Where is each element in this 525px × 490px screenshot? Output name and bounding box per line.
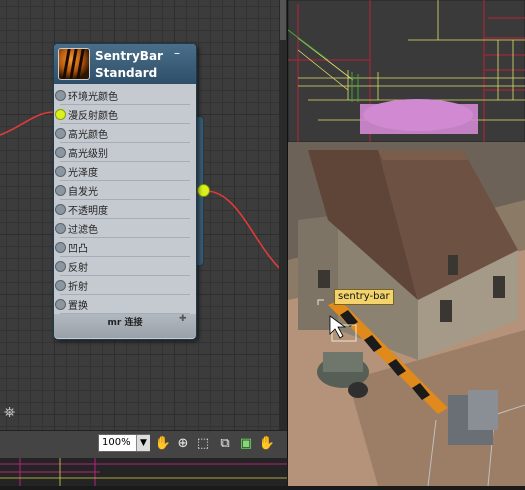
slot-socket-icon[interactable]: [55, 280, 66, 291]
node-output-socket[interactable]: [197, 184, 210, 197]
node-slot-refraction[interactable]: 折射: [55, 276, 190, 295]
slot-label: 光泽度: [68, 168, 98, 179]
expand-icon[interactable]: ✚: [179, 314, 187, 324]
slot-socket-icon[interactable]: [55, 90, 66, 101]
slot-socket-icon[interactable]: [55, 223, 66, 234]
zoom-value: 100%: [102, 437, 131, 448]
node-footer-label: mr 连接: [107, 318, 143, 328]
slot-socket-icon[interactable]: [55, 185, 66, 196]
node-slot-displacement[interactable]: 置换: [55, 295, 190, 314]
slot-label: 高光颜色: [68, 130, 108, 141]
node-slot-specular-level[interactable]: 高光级别: [55, 143, 190, 162]
slot-label: 置换: [68, 301, 88, 312]
chevron-down-icon[interactable]: ▼: [136, 435, 150, 451]
node-slot-diffuse-color[interactable]: 漫反射颜色: [55, 105, 190, 124]
slot-label: 折射: [68, 282, 88, 293]
pan-hand-icon[interactable]: ✋: [154, 435, 172, 453]
slot-label: 反射: [68, 263, 88, 274]
slot-socket-icon[interactable]: [55, 147, 66, 158]
lower-wireframe: [0, 458, 287, 486]
frame-all-icon[interactable]: ▣: [237, 435, 255, 453]
slot-label: 凹凸: [68, 244, 88, 255]
binoculars-icon[interactable]: ⛯: [4, 405, 15, 421]
node-slot-ambient-color[interactable]: 环境光颜色: [55, 86, 190, 105]
node-slot-reflection[interactable]: 反射: [55, 257, 190, 276]
node-slot-glossiness[interactable]: 光泽度: [55, 162, 190, 181]
slot-socket-icon[interactable]: [55, 299, 66, 310]
slot-socket-icon[interactable]: [55, 261, 66, 272]
slot-label: 漫反射颜色: [68, 111, 118, 122]
node-title-name: SentryBar: [95, 49, 163, 63]
slot-socket-icon[interactable]: [55, 204, 66, 215]
node-header[interactable]: SentryBar Standard –: [54, 44, 196, 84]
collapse-icon[interactable]: –: [174, 46, 180, 60]
pan-view-icon[interactable]: ✋: [258, 435, 276, 453]
viewport-scene[interactable]: [288, 0, 525, 486]
node-slot-bump[interactable]: 凹凸: [55, 238, 190, 257]
slot-label: 过滤色: [68, 225, 98, 236]
object-name-tooltip: sentry-bar: [334, 289, 394, 305]
frame-selected-icon[interactable]: ⧉: [216, 435, 234, 453]
node-slot-opacity[interactable]: 不透明度: [55, 200, 190, 219]
zoom-dropdown[interactable]: 100% ▼: [98, 434, 150, 452]
node-slot-specular-color[interactable]: 高光颜色: [55, 124, 190, 143]
slate-scrollbar[interactable]: [279, 0, 287, 430]
slot-socket-icon[interactable]: [55, 109, 66, 120]
zoom-region-icon[interactable]: ⬚: [194, 435, 212, 453]
node-footer-mr-connection[interactable]: mr 连接 ✚: [54, 314, 196, 338]
slot-label: 自发光: [68, 187, 98, 198]
slate-material-editor-view[interactable]: SentryBar Standard – 环境光颜色 漫反射颜色 高光颜色 高光…: [0, 0, 288, 459]
slate-navigation-toolbar: ⛯ 100% ▼ ✋ ⊕ ⬚ ⧉ ▣ ✋: [0, 405, 287, 459]
zoom-icon[interactable]: ⊕: [174, 435, 192, 453]
lower-viewport-strip[interactable]: [0, 458, 287, 486]
slot-label: 环境光颜色: [68, 92, 118, 103]
slot-socket-icon[interactable]: [55, 242, 66, 253]
node-title-type: Standard: [95, 66, 158, 80]
slot-label: 不透明度: [68, 206, 108, 217]
material-node-sentrybar[interactable]: SentryBar Standard – 环境光颜色 漫反射颜色 高光颜色 高光…: [53, 43, 197, 340]
node-slot-filter-color[interactable]: 过滤色: [55, 219, 190, 238]
slot-label: 高光级别: [68, 149, 108, 160]
material-preview-thumbnail: [58, 48, 90, 80]
slot-socket-icon[interactable]: [55, 166, 66, 177]
slot-socket-icon[interactable]: [55, 128, 66, 139]
node-slot-self-illumination[interactable]: 自发光: [55, 181, 190, 200]
